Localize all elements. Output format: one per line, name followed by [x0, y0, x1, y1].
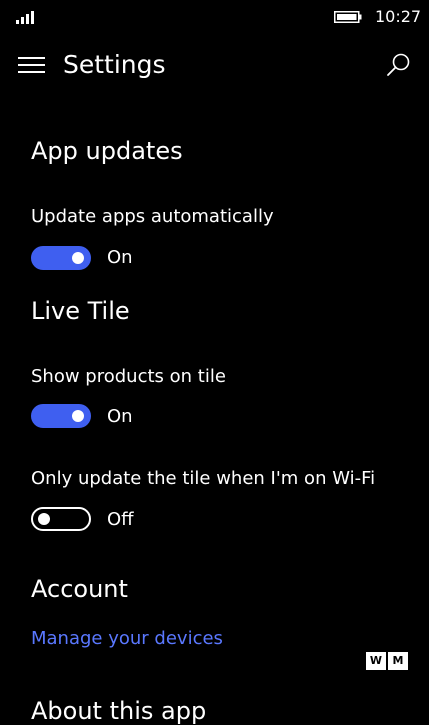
- wifi-only-label: Only update the tile when I'm on Wi-Fi: [31, 468, 376, 489]
- show-products-state: On: [107, 406, 133, 427]
- update-apps-label: Update apps automatically: [31, 206, 274, 227]
- toggle-knob: [38, 513, 50, 525]
- show-products-label: Show products on tile: [31, 366, 226, 387]
- update-apps-toggle[interactable]: [31, 246, 91, 270]
- page-title: Settings: [63, 50, 166, 79]
- update-apps-state: On: [107, 247, 133, 268]
- toggle-knob: [72, 410, 84, 422]
- signal-strength-icon: [16, 11, 34, 24]
- app-header: Settings: [0, 38, 429, 94]
- section-title-app-updates: App updates: [31, 137, 183, 165]
- section-title-account: Account: [31, 575, 128, 603]
- battery-icon: [334, 11, 362, 23]
- watermark-letter: W: [366, 652, 386, 670]
- show-products-toggle[interactable]: [31, 404, 91, 428]
- watermark-logo: W M: [366, 652, 408, 670]
- manage-devices-link[interactable]: Manage your devices: [31, 628, 223, 650]
- wifi-only-toggle[interactable]: [31, 507, 91, 531]
- hamburger-menu-icon[interactable]: [18, 55, 45, 75]
- wifi-only-state: Off: [107, 509, 134, 530]
- section-title-live-tile: Live Tile: [31, 297, 130, 325]
- status-bar: 10:27: [0, 0, 429, 34]
- search-icon[interactable]: [385, 52, 411, 78]
- toggle-knob: [72, 252, 84, 264]
- status-time: 10:27: [375, 7, 422, 26]
- watermark-letter: M: [388, 652, 408, 670]
